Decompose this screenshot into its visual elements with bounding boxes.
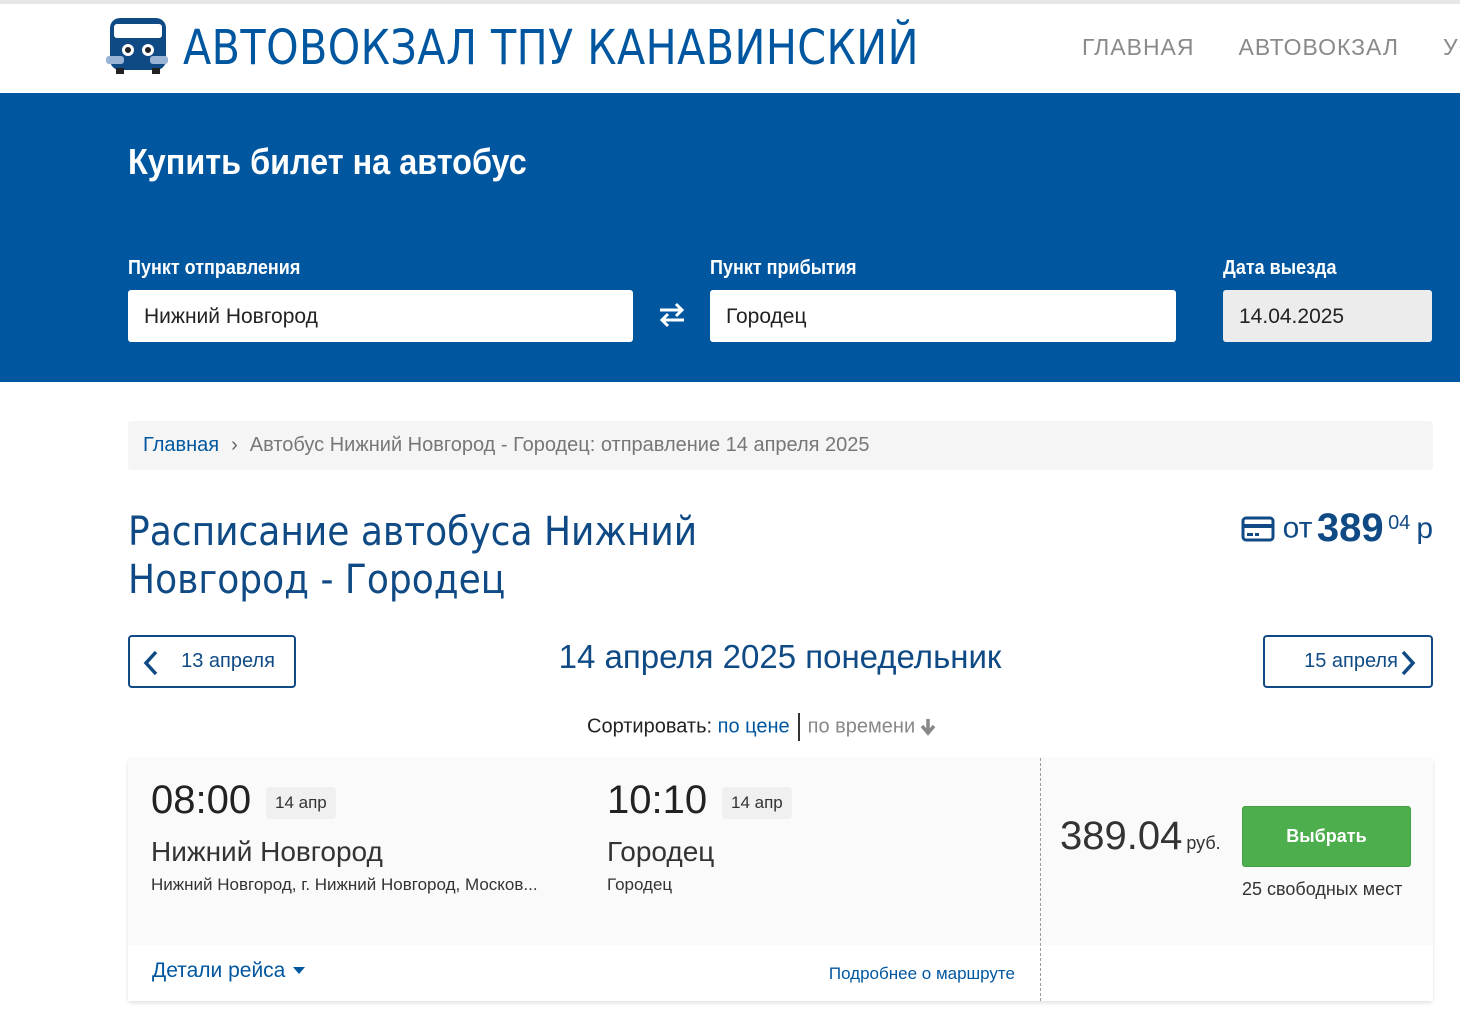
arrival-time: 10:10: [607, 778, 708, 822]
sort-label: Сортировать:: [587, 715, 713, 738]
arrival-stop: Городец: [607, 875, 673, 894]
credit-card-icon: [1241, 516, 1275, 541]
arrival-city: Городец: [607, 836, 715, 867]
search-panel: Купить билет на автобус Пункт отправлени…: [0, 93, 1460, 382]
sort-by-price[interactable]: по цене: [718, 715, 790, 737]
price-kopecks: 04: [1388, 512, 1411, 534]
breadcrumb-current: Автобус Нижний Новгород - Городец: отпра…: [249, 434, 870, 456]
price-prefix: от: [1282, 511, 1313, 545]
trip-details-toggle[interactable]: Детали рейса: [152, 959, 306, 983]
trip-card-divider: [1040, 758, 1041, 1001]
arrow-down-icon: [920, 719, 936, 736]
trip-details-label: Детали рейса: [152, 959, 286, 982]
date-input[interactable]: 14.04.2025: [1223, 290, 1432, 342]
departure-input[interactable]: Нижний Новгород: [128, 290, 633, 342]
next-day-button[interactable]: 15 апреля: [1263, 635, 1433, 688]
arrival-date-badge: 14 апр: [722, 787, 792, 819]
nav-item-bus-station[interactable]: АВТОВОКЗАЛ: [1239, 34, 1400, 61]
departure-stop: Нижний Новгород, г. Нижний Новгород, Мос…: [151, 875, 538, 894]
breadcrumb: Главная › Автобус Нижний Новгород - Городе…: [128, 421, 1433, 470]
trip-card-footer-right: [1040, 945, 1433, 1001]
min-price: от 389 04 р: [1241, 506, 1433, 551]
site-header: АВТОВОКЗАЛ ТПУ КАНАВИНСКИЙ ГЛАВНАЯ АВТОВО…: [0, 4, 1460, 93]
breadcrumb-home-link[interactable]: Главная: [143, 434, 219, 456]
page-title: Расписание автобуса Нижний Новгород - Го…: [128, 509, 698, 603]
departure-city: Нижний Новгород: [151, 836, 383, 867]
departure-time: 08:00: [151, 778, 252, 822]
sort-bar: Сортировать: по цене по времени: [587, 713, 937, 741]
nav-item-home[interactable]: ГЛАВНАЯ: [1082, 34, 1195, 61]
bus-logo-icon[interactable]: [104, 14, 170, 76]
trip-card: 08:00 14 апр Нижний Новгород Нижний Новг…: [128, 758, 1433, 1001]
breadcrumb-separator: ›: [231, 434, 238, 456]
site-title[interactable]: АВТОВОКЗАЛ ТПУ КАНАВИНСКИЙ: [183, 20, 919, 76]
free-seats: 25 свободных мест: [1242, 879, 1403, 899]
trip-price-value: 389.04: [1060, 814, 1183, 858]
trip-price-currency: руб.: [1186, 833, 1221, 853]
price-rubles: 389: [1316, 506, 1384, 550]
swap-arrows-icon[interactable]: [656, 300, 688, 330]
select-trip-button[interactable]: Выбрать: [1242, 806, 1411, 867]
search-heading: Купить билет на автобус: [128, 141, 527, 182]
nav-item-services[interactable]: УСЛ: [1443, 34, 1460, 61]
arrival-input[interactable]: Городец: [710, 290, 1176, 342]
next-day-label: 15 апреля: [1304, 650, 1398, 672]
departure-date-badge: 14 апр: [266, 787, 336, 819]
arrival-label: Пункт прибытия: [710, 257, 857, 279]
date-label: Дата выезда: [1223, 257, 1337, 279]
price-currency: р: [1416, 511, 1433, 545]
caret-down-icon: [293, 967, 306, 975]
route-more-link[interactable]: Подробнее о маршруте: [829, 964, 1015, 984]
trip-price: 389.04 руб.: [1060, 814, 1221, 859]
sort-by-time[interactable]: по времени: [808, 715, 915, 737]
top-navigation: ГЛАВНАЯ АВТОВОКЗАЛ УСЛ: [1082, 34, 1460, 61]
chevron-right-icon: [1401, 650, 1416, 676]
current-date: 14 апреля 2025 понедельник: [558, 638, 1002, 675]
sort-divider: [797, 713, 800, 741]
departure-label: Пункт отправления: [128, 257, 301, 279]
